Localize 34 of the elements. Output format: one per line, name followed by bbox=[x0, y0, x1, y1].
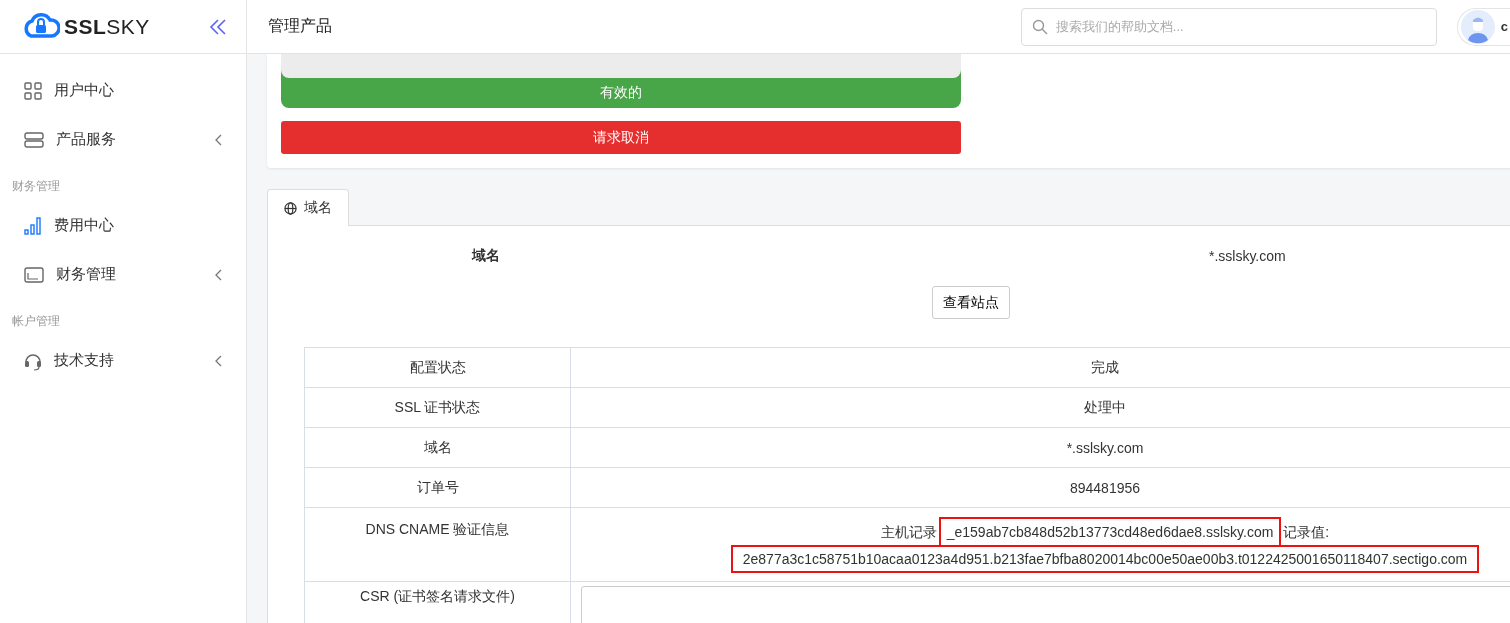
page-title: 管理产品 bbox=[268, 16, 333, 36]
nav-item[interactable]: 技术支持 bbox=[0, 336, 246, 385]
nav-item[interactable]: 产品服务 bbox=[0, 115, 246, 164]
nav-item[interactable]: 用户中心 bbox=[0, 66, 246, 115]
table-cell: 域名 bbox=[304, 427, 571, 468]
record-value-label: 记录值: bbox=[1283, 523, 1330, 540]
logo-text: SSLSKY bbox=[64, 14, 150, 39]
search-icon bbox=[1031, 18, 1048, 35]
table-cell: SSL 证书状态 bbox=[304, 387, 571, 428]
nav-item[interactable]: 财务管理 bbox=[0, 250, 246, 299]
avatar-icon bbox=[1460, 9, 1495, 44]
terminal-icon bbox=[24, 266, 44, 283]
table-cell: DNS CNAME 验证信息 bbox=[304, 507, 571, 582]
record-value: 2e877a3c1c58751b10acaa0123a4d951.b213fae7bfba8020014bc00e50ae00b3.t0122425001650118407.sectigo.com bbox=[732, 546, 1478, 571]
host-record-label: 主机记录 bbox=[880, 523, 937, 540]
tab[interactable]: 域名 bbox=[267, 189, 349, 226]
table-cell: 完成 bbox=[570, 347, 1510, 388]
nav-item[interactable]: 费用中心 bbox=[0, 201, 246, 250]
nav-section-heading: 帐户管理 bbox=[11, 313, 61, 330]
search-field[interactable]: 搜索我们的帮助文档... bbox=[1020, 7, 1437, 46]
grid-icon bbox=[24, 81, 42, 100]
table-cell: 配置状态 bbox=[304, 347, 571, 388]
view-site-button[interactable]: 查看站点 bbox=[932, 286, 1010, 319]
bar-chart-icon bbox=[24, 216, 42, 235]
cancel-request-button[interactable]: 请求取消 bbox=[281, 121, 961, 154]
domain-value: *.sslsky.com bbox=[1207, 248, 1287, 264]
nav-section-heading: 财务管理 bbox=[11, 178, 61, 195]
domain-label: 域名 bbox=[470, 247, 502, 265]
host-record-value: _e159ab7cb848d52b13773cd48ed6dae8.sslsky.com bbox=[940, 518, 1280, 545]
globe-icon bbox=[284, 201, 297, 215]
server-icon bbox=[24, 131, 44, 148]
collapse-icon[interactable] bbox=[209, 17, 227, 36]
table-cell: CSR (证书签名请求文件) bbox=[304, 581, 571, 623]
table-cell: 订单号 bbox=[304, 467, 571, 508]
